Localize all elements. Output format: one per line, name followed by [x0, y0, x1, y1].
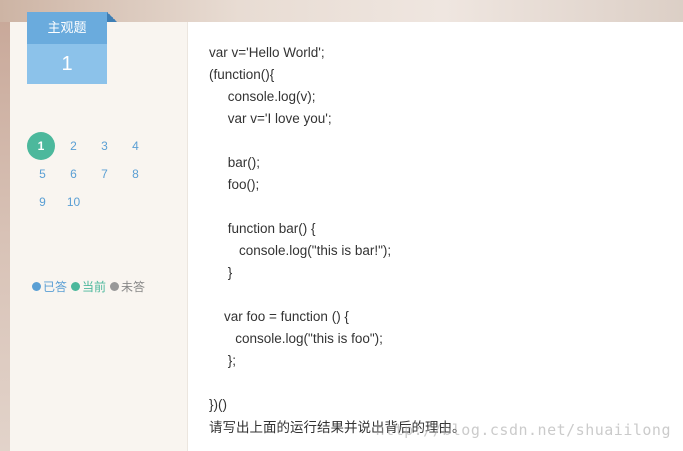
background-edge [0, 22, 10, 451]
question-nav-item-8[interactable]: 8 [120, 160, 151, 188]
current-dot-icon [71, 282, 81, 291]
code-line: foo(); [209, 177, 260, 192]
code-line: console.log("this is bar!"); [209, 243, 392, 258]
question-nav-grid: 1 2 3 4 5 6 7 8 9 10 [27, 132, 155, 216]
question-nav-item-5[interactable]: 5 [27, 160, 58, 188]
code-line: (function(){ [209, 67, 275, 82]
question-type-card: 主观题 1 [27, 12, 117, 84]
question-nav-item-4[interactable]: 4 [120, 132, 151, 160]
question-type-label: 主观题 [27, 12, 107, 44]
legend-answered-label: 已答 [43, 280, 68, 294]
fold-corner-icon [107, 12, 117, 22]
code-line: console.log(v); [209, 89, 316, 104]
question-nav-item-9[interactable]: 9 [27, 188, 58, 216]
question-nav-item-2[interactable]: 2 [58, 132, 89, 160]
question-nav-item-3[interactable]: 3 [89, 132, 120, 160]
question-nav-item-6[interactable]: 6 [58, 160, 89, 188]
code-block: var v='Hello World'; (function(){ consol… [209, 42, 391, 416]
code-line: var v='Hello World'; [209, 45, 325, 60]
code-line: })() [209, 397, 227, 412]
code-line: function bar() { [209, 221, 316, 236]
legend-current-label: 当前 [82, 280, 107, 294]
unanswered-dot-icon [110, 282, 120, 291]
code-line: console.log("this is foo"); [209, 331, 383, 346]
question-sidebar: 主观题 1 1 2 3 4 5 6 7 8 9 10 已答 当前 未答 [10, 12, 188, 451]
status-legend: 已答 当前 未答 [32, 278, 145, 295]
question-nav-item-7[interactable]: 7 [89, 160, 120, 188]
legend-answered: 已答 [32, 278, 67, 295]
answered-dot-icon [32, 282, 41, 291]
question-content-panel: var v='Hello World'; (function(){ consol… [188, 22, 683, 451]
question-nav-item-10[interactable]: 10 [58, 188, 89, 216]
code-line: } [209, 265, 233, 280]
legend-unanswered-label: 未答 [121, 280, 146, 294]
code-line: bar(); [209, 155, 261, 170]
question-type-number: 1 [27, 44, 107, 84]
legend-current: 当前 [71, 278, 106, 295]
code-line: var v='I love you'; [209, 111, 332, 126]
code-line: }; [209, 353, 237, 368]
question-nav-item-1[interactable]: 1 [27, 132, 55, 160]
legend-unanswered: 未答 [110, 278, 145, 295]
watermark-url: http://blog.csdn.net/shuaiilong [375, 421, 671, 439]
code-line: var foo = function () { [209, 309, 349, 324]
